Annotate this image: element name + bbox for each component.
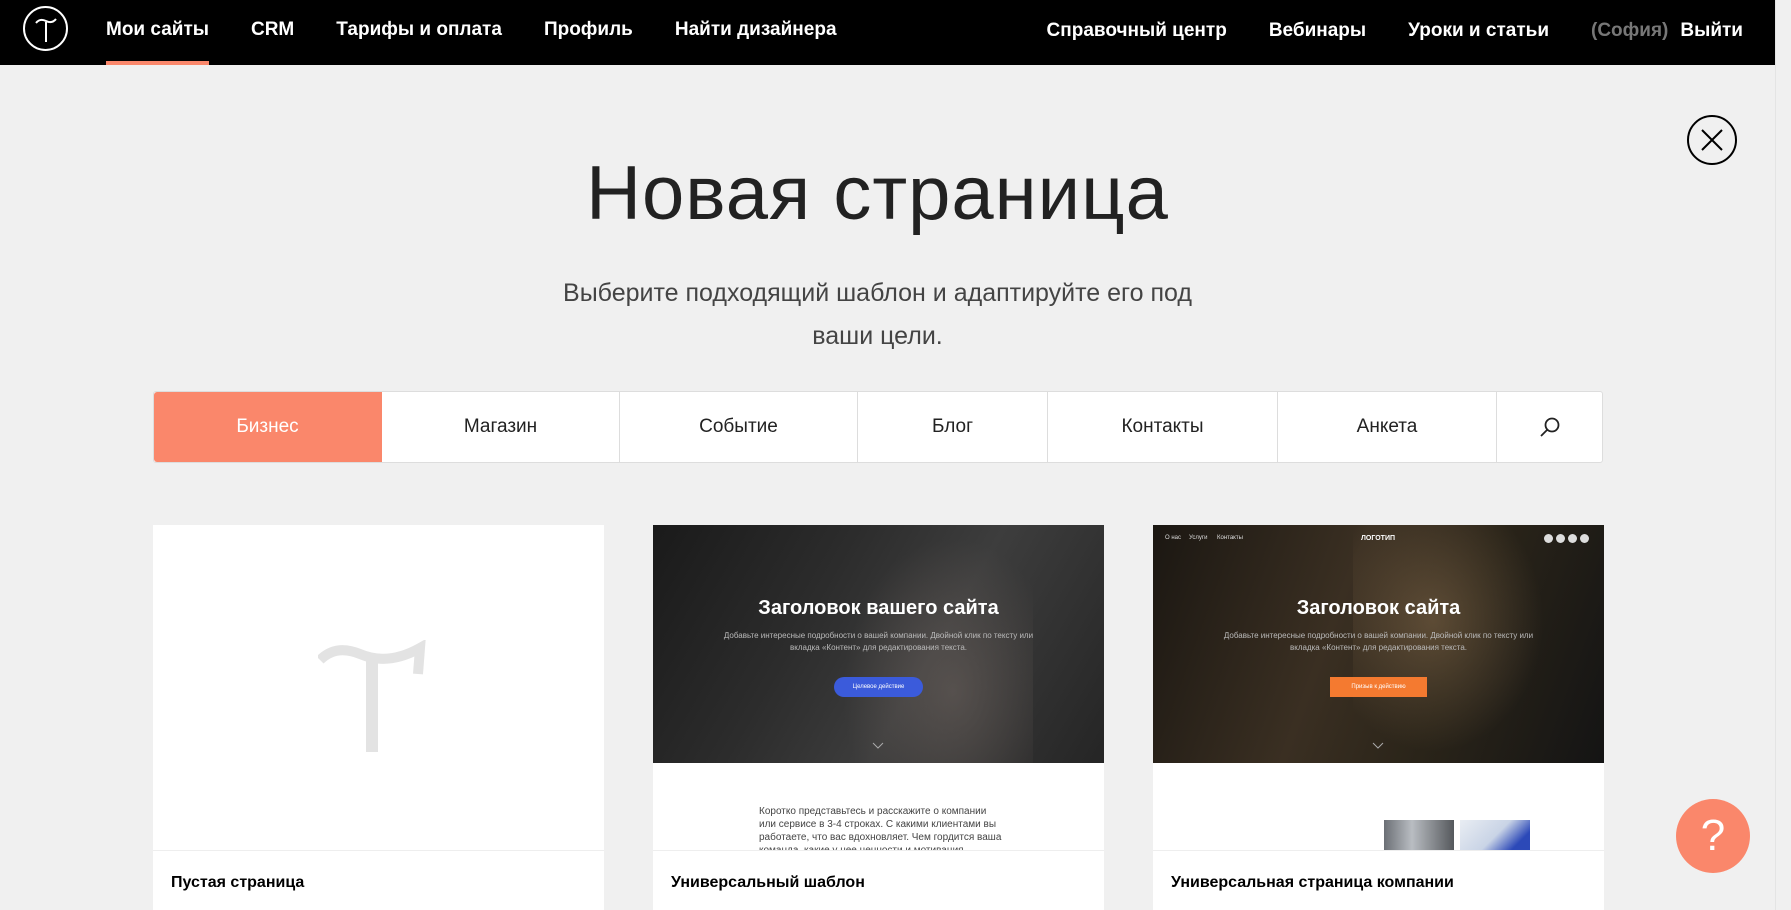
twitter-icon bbox=[1556, 534, 1565, 543]
card-divider bbox=[1153, 850, 1604, 851]
main-nav: Мои сайты CRM Тарифы и оплата Профиль На… bbox=[106, 0, 879, 65]
search-button[interactable] bbox=[1497, 392, 1602, 462]
tilda-logo-icon bbox=[318, 640, 426, 752]
page-title: Новая страница bbox=[586, 151, 1169, 236]
template-thumbnail bbox=[153, 525, 604, 850]
preview-nav-services: Услуги bbox=[1189, 535, 1208, 541]
preview-hero-button: Призыв к действию bbox=[1330, 677, 1427, 697]
chevron-down-icon bbox=[1372, 742, 1384, 749]
tab-survey[interactable]: Анкета bbox=[1278, 392, 1497, 462]
top-navigation-bar: Мои сайты CRM Тарифы и оплата Профиль На… bbox=[0, 0, 1791, 65]
vk-icon bbox=[1568, 534, 1577, 543]
tab-blog[interactable]: Блог bbox=[858, 392, 1048, 462]
secondary-nav: Справочный центр Вебинары Уроки и статьи… bbox=[1005, 0, 1743, 65]
template-card-blank[interactable]: Пустая страница bbox=[153, 525, 604, 910]
preview-image-phone bbox=[1460, 820, 1530, 850]
preview-nav-contacts: Контакты bbox=[1217, 535, 1243, 541]
template-card-label: Универсальный шаблон bbox=[671, 874, 865, 891]
tab-business[interactable]: Бизнес bbox=[154, 392, 382, 462]
logout-link[interactable]: Выйти bbox=[1680, 20, 1743, 42]
telegram-icon bbox=[1580, 534, 1589, 543]
template-thumbnail: О нас Услуги Контакты ЛОГОТИП Заголовок … bbox=[1153, 525, 1604, 850]
nav-webinars[interactable]: Вебинары bbox=[1269, 20, 1366, 42]
card-divider bbox=[153, 850, 604, 851]
chevron-down-icon bbox=[872, 742, 884, 749]
preview-hero-title: Заголовок вашего сайта bbox=[758, 597, 999, 619]
preview-hero-button: Целевое действие bbox=[834, 677, 923, 697]
template-thumbnail: Заголовок вашего сайта Добавьте интересн… bbox=[653, 525, 1104, 850]
help-button[interactable]: ? bbox=[1676, 799, 1750, 873]
page-scrollbar[interactable] bbox=[1775, 0, 1791, 910]
nav-profile[interactable]: Профиль bbox=[544, 0, 633, 65]
search-icon bbox=[1539, 417, 1559, 437]
template-card-company[interactable]: О нас Услуги Контакты ЛОГОТИП Заголовок … bbox=[1153, 525, 1604, 910]
preview-hero-image: О нас Услуги Контакты ЛОГОТИП Заголовок … bbox=[1153, 525, 1604, 763]
page-subtitle: Выберите подходящий шаблон и адаптируйте… bbox=[563, 279, 1192, 350]
preview-image-office bbox=[1384, 820, 1454, 850]
preview-hero-title: Заголовок сайта bbox=[1296, 597, 1461, 619]
preview-logo-text: ЛОГОТИП bbox=[1361, 535, 1396, 542]
nav-help-center[interactable]: Справочный центр bbox=[1047, 20, 1227, 42]
tab-event[interactable]: Событие bbox=[620, 392, 858, 462]
nav-crm[interactable]: CRM bbox=[251, 0, 294, 65]
nav-find-designer[interactable]: Найти дизайнера bbox=[675, 0, 837, 65]
nav-my-sites[interactable]: Мои сайты bbox=[106, 0, 209, 65]
tilda-logo-icon[interactable] bbox=[23, 6, 68, 51]
template-card-universal[interactable]: Заголовок вашего сайта Добавьте интересн… bbox=[653, 525, 1104, 910]
help-icon: ? bbox=[1700, 811, 1726, 860]
tab-shop[interactable]: Магазин bbox=[382, 392, 620, 462]
tab-contacts[interactable]: Контакты bbox=[1048, 392, 1278, 462]
template-card-label: Пустая страница bbox=[171, 874, 305, 891]
card-divider bbox=[653, 850, 1104, 851]
preview-nav-about: О нас bbox=[1165, 535, 1181, 541]
nav-lessons-articles[interactable]: Уроки и статьи bbox=[1408, 20, 1549, 42]
category-tabs: Бизнес Магазин Событие Блог Контакты Анк… bbox=[153, 391, 1603, 463]
preview-hero-image: Заголовок вашего сайта Добавьте интересн… bbox=[653, 525, 1104, 763]
template-card-label: Универсальная страница компании bbox=[1171, 874, 1454, 891]
facebook-icon bbox=[1544, 534, 1553, 543]
nav-plans-billing[interactable]: Тарифы и оплата bbox=[336, 0, 502, 65]
user-name: (София) bbox=[1591, 20, 1669, 41]
preview-hero-text: Добавьте интересные подробности о вашей … bbox=[723, 631, 1034, 652]
preview-body-text: Коротко представьтесь и расскажите о ком… bbox=[759, 806, 1002, 850]
preview-hero-text: Добавьте интересные подробности о вашей … bbox=[1223, 631, 1534, 652]
close-icon bbox=[1701, 129, 1723, 151]
